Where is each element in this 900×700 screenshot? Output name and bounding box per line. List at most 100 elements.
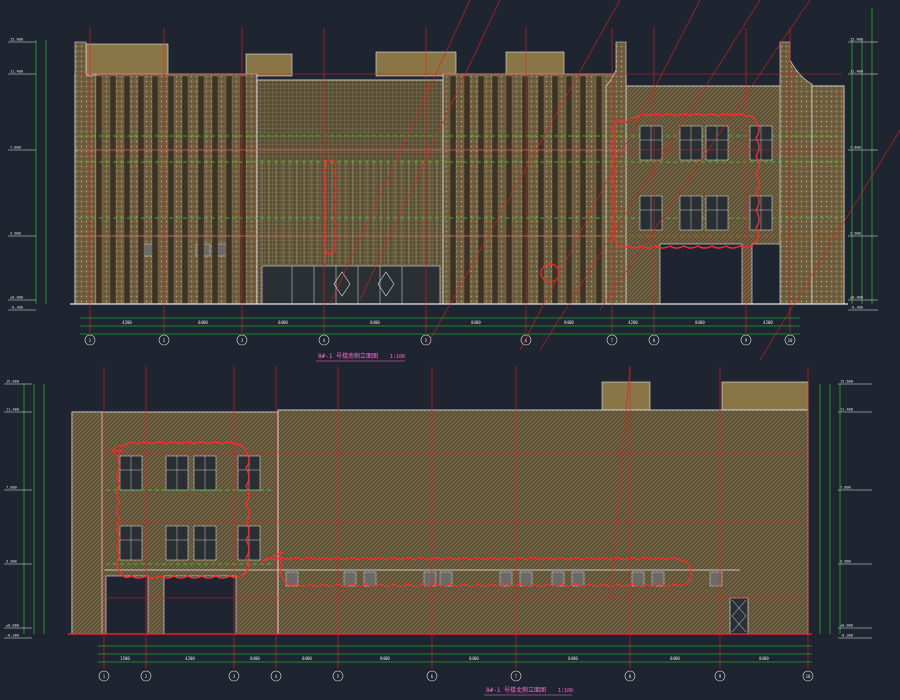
tower-right (779, 41, 813, 305)
level-label: 3.900 (850, 232, 861, 236)
cad-canvas: 4200 8400 8400 8400 8400 8400 4200 8400 4200 1500… (0, 0, 900, 700)
ground-window (423, 571, 437, 587)
parapet-block (721, 381, 809, 411)
facade-pier (595, 75, 603, 305)
level-label: 15.600 (6, 380, 19, 384)
dim-text: 8400 (568, 656, 578, 661)
elevation-drawing: 4200 8400 8400 8400 8400 8400 4200 8400 4200 1500… (4, 0, 900, 696)
axis-label: 9 (719, 674, 722, 679)
facade-left-end (71, 411, 103, 635)
facade-pier (551, 75, 559, 305)
axis-label: 3 (233, 674, 236, 679)
axis-label: 6 (525, 338, 528, 343)
level-label: 11.400 (10, 70, 23, 74)
axis-label: 7 (515, 674, 518, 679)
axis-label: 9 (745, 338, 748, 343)
parapet-block (85, 43, 169, 75)
dim-text: 8400 (250, 656, 260, 661)
dim-text: 1500 (120, 656, 130, 661)
facade-pier (123, 75, 131, 305)
parapet-block (245, 53, 293, 77)
facade-pier (521, 75, 529, 305)
axis-label: 3 (241, 338, 244, 343)
bottom-elevation-scale: 1:100 (558, 688, 573, 694)
bottom-elevation-title: 8#-1 号楼北侧立面图 (486, 686, 546, 694)
top-elevation-title: 8#-1 号楼南侧立面图 (318, 352, 378, 360)
level-label: 15.600 (840, 380, 853, 384)
ground-opening (105, 575, 149, 635)
dim-text: 8400 (564, 320, 574, 325)
axis-label: 2 (163, 338, 166, 343)
facade-far-right (811, 85, 845, 305)
dim-text: 8400 (302, 656, 312, 661)
parapet-block (505, 51, 565, 77)
axis-label: 8 (653, 338, 656, 343)
facade-pier (477, 75, 485, 305)
tower-left (74, 41, 97, 305)
facade-pier (505, 75, 513, 305)
level-label: -0.300 (840, 634, 853, 638)
dim-text: 8400 (695, 320, 705, 325)
axis-label: 4 (323, 338, 326, 343)
axis-label: 2 (145, 674, 148, 679)
ground-window (343, 571, 357, 587)
facade-pier (181, 75, 189, 305)
facade-pier (449, 75, 457, 305)
level-label: 7.800 (6, 486, 17, 490)
ground-window (631, 571, 645, 587)
dim-text: 8400 (380, 656, 390, 661)
level-label: 7.800 (840, 486, 851, 490)
level-label: -0.300 (10, 306, 23, 310)
level-label: 11.400 (850, 70, 863, 74)
facade-pier (95, 75, 103, 305)
facade-pier (579, 75, 587, 305)
wing-ground-opening (751, 243, 781, 305)
level-label: ±0.000 (840, 624, 853, 628)
axis-label: 6 (431, 674, 434, 679)
level-label: ±0.000 (850, 296, 863, 300)
dim-text: 8400 (759, 656, 769, 661)
level-label: -0.300 (6, 634, 19, 638)
dim-text: 8400 (469, 656, 479, 661)
dim-text: 8400 (471, 320, 481, 325)
dim-text: 4200 (628, 320, 638, 325)
ground-window (651, 571, 665, 587)
facade-pier (225, 75, 233, 305)
level-label: 3.900 (10, 232, 21, 236)
parapet-block (375, 51, 457, 77)
facade-pier (109, 75, 117, 305)
level-label: 3.900 (840, 560, 851, 564)
level-label: 7.800 (10, 146, 21, 150)
wing-ground-opening (659, 243, 743, 305)
facade-pier (491, 75, 499, 305)
axis-label: 8 (629, 674, 632, 679)
level-label: 3.900 (6, 560, 17, 564)
ground-window (571, 571, 585, 587)
dim-text: 8400 (278, 320, 288, 325)
dim-text: 4200 (763, 320, 773, 325)
level-label: -0.300 (850, 306, 863, 310)
bottom-elevation (68, 381, 812, 635)
dim-text: 4200 (122, 320, 132, 325)
axis-label: 1 (103, 674, 106, 679)
axis-label: 1 (89, 338, 92, 343)
dim-text: 8400 (670, 656, 680, 661)
facade-pier (211, 75, 219, 305)
service-door (729, 597, 749, 635)
facade-pier (239, 75, 247, 305)
axis-label: 10 (806, 674, 811, 679)
level-label: 7.800 (850, 146, 861, 150)
axis-label: 5 (425, 338, 428, 343)
facade-pier (565, 75, 573, 305)
axis-label: 4 (275, 674, 278, 679)
level-label: 11.400 (840, 408, 853, 412)
top-elevation (70, 41, 848, 305)
dim-text: 4200 (185, 656, 195, 661)
axis-label: 5 (337, 674, 340, 679)
parapet-block (601, 381, 651, 411)
level-label: 11.400 (6, 408, 19, 412)
facade-pier (151, 75, 159, 305)
top-elevation-scale: 1:100 (390, 354, 405, 360)
entrance-glazing (261, 265, 441, 305)
dim-text: 8400 (198, 320, 208, 325)
